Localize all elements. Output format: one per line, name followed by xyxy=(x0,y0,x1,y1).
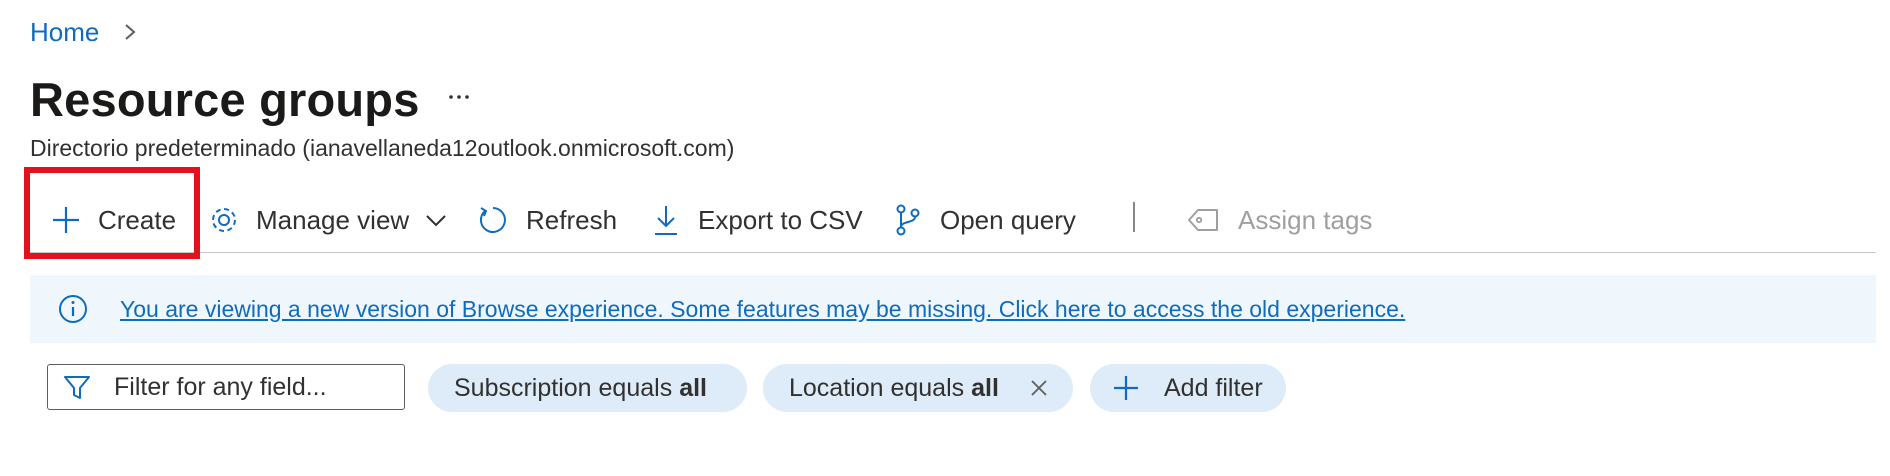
create-highlight-box xyxy=(24,167,200,259)
plus-icon xyxy=(1114,376,1138,400)
breadcrumb-home-link[interactable]: Home xyxy=(30,17,99,48)
chevron-right-icon xyxy=(125,24,136,40)
open-query-label: Open query xyxy=(940,204,1076,235)
export-csv-button[interactable]: Export to CSV xyxy=(650,192,863,248)
refresh-icon xyxy=(479,207,506,233)
download-icon xyxy=(655,206,677,235)
more-icon[interactable] xyxy=(444,82,474,112)
subscription-filter-label: Subscription equals xyxy=(454,373,673,402)
branch-icon xyxy=(896,204,920,236)
page-subtitle: Directorio predeterminado (ianavellaneda… xyxy=(30,135,735,161)
assign-tags-button[interactable]: Assign tags xyxy=(1186,192,1372,248)
chevron-down-icon xyxy=(426,215,446,227)
location-filter-value: all xyxy=(971,373,999,402)
old-experience-link[interactable]: You are viewing a new version of Browse … xyxy=(120,296,1405,323)
page-title: Resource groups xyxy=(30,73,420,126)
toolbar-divider xyxy=(1133,202,1135,232)
info-icon xyxy=(59,295,87,323)
location-filter-pill[interactable]: Location equals all xyxy=(763,364,1073,412)
info-banner: You are viewing a new version of Browse … xyxy=(30,275,1876,343)
export-csv-label: Export to CSV xyxy=(698,204,863,235)
tag-icon xyxy=(1188,209,1218,231)
manage-view-label: Manage view xyxy=(256,204,410,235)
add-filter-button[interactable]: Add filter xyxy=(1090,364,1286,412)
refresh-button[interactable]: Refresh xyxy=(476,192,617,248)
subscription-filter-value: all xyxy=(679,373,707,402)
add-filter-label: Add filter xyxy=(1164,373,1263,402)
manage-view-button[interactable]: Manage view xyxy=(208,192,449,248)
gear-icon xyxy=(212,208,236,232)
breadcrumb: Home xyxy=(30,14,145,50)
location-filter-label: Location equals xyxy=(789,373,965,402)
filter-search-field[interactable] xyxy=(47,364,405,410)
funnel-icon xyxy=(64,376,90,399)
close-icon[interactable] xyxy=(1027,376,1051,400)
open-query-button[interactable]: Open query xyxy=(892,192,1076,248)
filter-search-input[interactable] xyxy=(114,372,374,402)
command-bar: Create Manage view Refresh Export to CSV xyxy=(30,192,1876,248)
toolbar-underline xyxy=(30,252,1876,253)
refresh-label: Refresh xyxy=(526,204,618,235)
assign-tags-label: Assign tags xyxy=(1238,204,1373,235)
subscription-filter-pill[interactable]: Subscription equals all xyxy=(428,364,747,412)
